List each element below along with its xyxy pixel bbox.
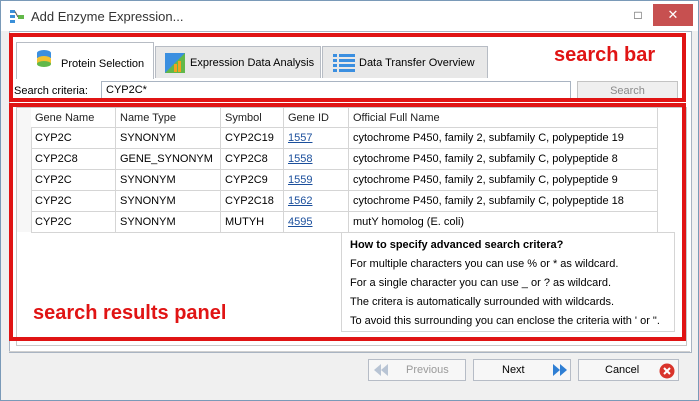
close-icon: ✕ — [667, 7, 679, 22]
next-arrow-icon — [553, 364, 567, 376]
previous-label: Previous — [406, 364, 449, 376]
next-label: Next — [502, 364, 525, 376]
previous-button[interactable]: Previous — [368, 359, 466, 381]
window-title: Add Enzyme Expression... — [31, 9, 184, 24]
previous-arrow-icon — [374, 364, 388, 376]
cancel-label: Cancel — [605, 364, 640, 376]
title-bar: Add Enzyme Expression... □ ✕ — [1, 1, 698, 31]
search-bar-annotation: search bar — [554, 44, 656, 66]
app-icon — [10, 10, 24, 23]
footer-separator — [9, 351, 690, 352]
next-button[interactable]: Next — [473, 359, 571, 381]
cancel-button[interactable]: Cancel — [578, 359, 679, 381]
results-panel-annotation: search results panel — [33, 302, 227, 324]
close-window-button[interactable]: ✕ — [653, 4, 693, 26]
maximize-button[interactable]: □ — [625, 4, 651, 26]
maximize-icon: □ — [634, 8, 642, 22]
cancel-icon — [659, 363, 675, 379]
